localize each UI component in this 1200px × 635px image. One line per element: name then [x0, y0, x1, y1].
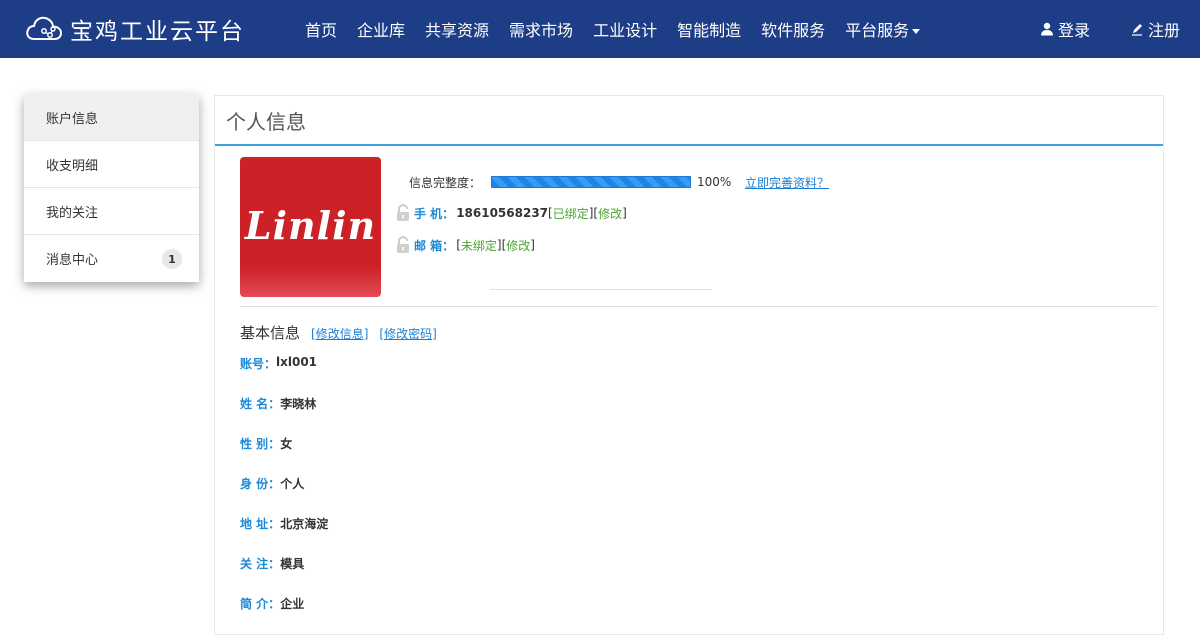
avatar-logo-text: Linlin [244, 202, 377, 248]
field-value: 模具 [280, 557, 305, 571]
sidebar-item-message-center[interactable]: 消息中心 1 [24, 235, 199, 282]
message-count-badge: 1 [162, 249, 182, 269]
phone-value: 18610568237 [456, 206, 549, 220]
sidebar-item-my-follows[interactable]: 我的关注 [24, 188, 199, 235]
field-interest: 关 注： 模具 [240, 555, 304, 572]
nav-platform-services-label: 平台服务 [845, 21, 910, 40]
field-value: 李晓林 [280, 397, 317, 411]
sidebar-item-label: 账户信息 [46, 111, 99, 127]
register-link[interactable]: 注册 [1130, 0, 1180, 58]
top-navbar: 宝鸡工业云平台 首页 企业库 共享资源 需求市场 工业设计 智能制造 软件服务 … [0, 0, 1200, 58]
user-icon [1041, 22, 1053, 36]
field-identity: 身 份： 个人 [240, 475, 304, 492]
sidebar-item-account-info[interactable]: 账户信息 [24, 94, 199, 141]
field-value: 女 [280, 437, 293, 451]
section-divider [240, 306, 1158, 307]
login-label: 登录 [1058, 21, 1091, 40]
basic-info-title: 基本信息 [240, 324, 301, 342]
completeness-progress-bar [491, 176, 691, 188]
nav-home[interactable]: 首页 [305, 17, 337, 41]
field-name: 姓 名： 李晓林 [240, 395, 316, 412]
field-label: 简 介： [240, 597, 281, 611]
page-title: 个人信息 [226, 109, 306, 134]
email-label: 邮 箱： [414, 238, 455, 253]
nav-smart-manufacturing[interactable]: 智能制造 [677, 17, 741, 41]
phone-edit-link[interactable]: 修改 [598, 205, 622, 222]
field-label: 关 注： [240, 557, 281, 571]
main-nav: 首页 企业库 共享资源 需求市场 工业设计 智能制造 软件服务 平台服务 [295, 0, 930, 58]
email-status: 未绑定 [460, 238, 497, 253]
phone-label: 手 机： [414, 206, 455, 221]
complete-profile-link[interactable]: 立即完善资料？ [745, 174, 829, 191]
field-account: 账号： lxl001 [240, 355, 317, 372]
nav-industrial-design[interactable]: 工业设计 [593, 17, 657, 41]
completeness-label: 信息完整度： [408, 175, 481, 190]
email-edit-link[interactable]: 修改 [506, 237, 530, 254]
field-label: 性 别： [240, 437, 281, 451]
field-label: 身 份： [240, 477, 281, 491]
phone-row: 手 机： 18610568237 [已绑定][修改] [395, 204, 627, 222]
edit-info-link[interactable]: [修改信息] [311, 325, 368, 342]
account-sidebar: 账户信息 收支明细 我的关注 消息中心 1 [24, 94, 199, 282]
lock-icon [397, 236, 409, 253]
chevron-down-icon [912, 29, 921, 34]
field-intro: 简 介： 企业 [240, 595, 304, 612]
lock-icon [397, 204, 409, 221]
personal-info-panel: 个人信息 Linlin 信息完整度： 100% 立即完善资料？ 手 机： 186… [214, 95, 1164, 635]
panel-header: 个人信息 [215, 96, 1163, 146]
sidebar-item-label: 我的关注 [46, 205, 99, 221]
cloud-logo-icon [26, 16, 63, 40]
completeness-row: 信息完整度： 100% 立即完善资料？ [395, 172, 915, 192]
field-label: 姓 名： [240, 397, 281, 411]
nav-enterprise-library[interactable]: 企业库 [357, 17, 405, 41]
email-row: 邮 箱： [未绑定][修改] [395, 236, 535, 254]
field-value: 个人 [280, 477, 305, 491]
field-value: lxl001 [276, 355, 318, 369]
brand-logo[interactable]: 宝鸡工业云平台 [24, 12, 245, 46]
field-gender: 性 别： 女 [240, 435, 292, 452]
field-label: 地 址： [240, 517, 281, 531]
completeness-percent: 100% [697, 175, 732, 189]
pencil-icon [1132, 24, 1142, 36]
avatar[interactable]: Linlin [240, 157, 381, 297]
basic-info-header: 基本信息 [修改信息] [修改密码] [240, 322, 448, 343]
brand-name: 宝鸡工业云平台 [70, 19, 245, 45]
phone-status: 已绑定 [552, 206, 589, 221]
sidebar-item-transactions[interactable]: 收支明细 [24, 141, 199, 188]
faint-divider [490, 289, 712, 290]
edit-password-link[interactable]: [修改密码] [379, 325, 436, 342]
field-value: 北京海淀 [280, 517, 329, 531]
nav-software-services[interactable]: 软件服务 [761, 17, 825, 41]
nav-platform-services[interactable]: 平台服务 [845, 17, 921, 41]
sidebar-item-label: 收支明细 [46, 158, 99, 174]
field-address: 地 址： 北京海淀 [240, 515, 328, 532]
nav-shared-resources[interactable]: 共享资源 [425, 17, 489, 41]
register-label: 注册 [1148, 21, 1181, 40]
completeness-progress-fill [492, 177, 690, 187]
sidebar-item-label: 消息中心 [46, 253, 99, 268]
nav-demand-market[interactable]: 需求市场 [509, 17, 573, 41]
login-link[interactable]: 登录 [1040, 0, 1090, 58]
field-label: 账号： [240, 357, 277, 371]
completeness-block: 信息完整度： 100% 立即完善资料？ [395, 172, 915, 192]
field-value: 企业 [280, 597, 305, 611]
